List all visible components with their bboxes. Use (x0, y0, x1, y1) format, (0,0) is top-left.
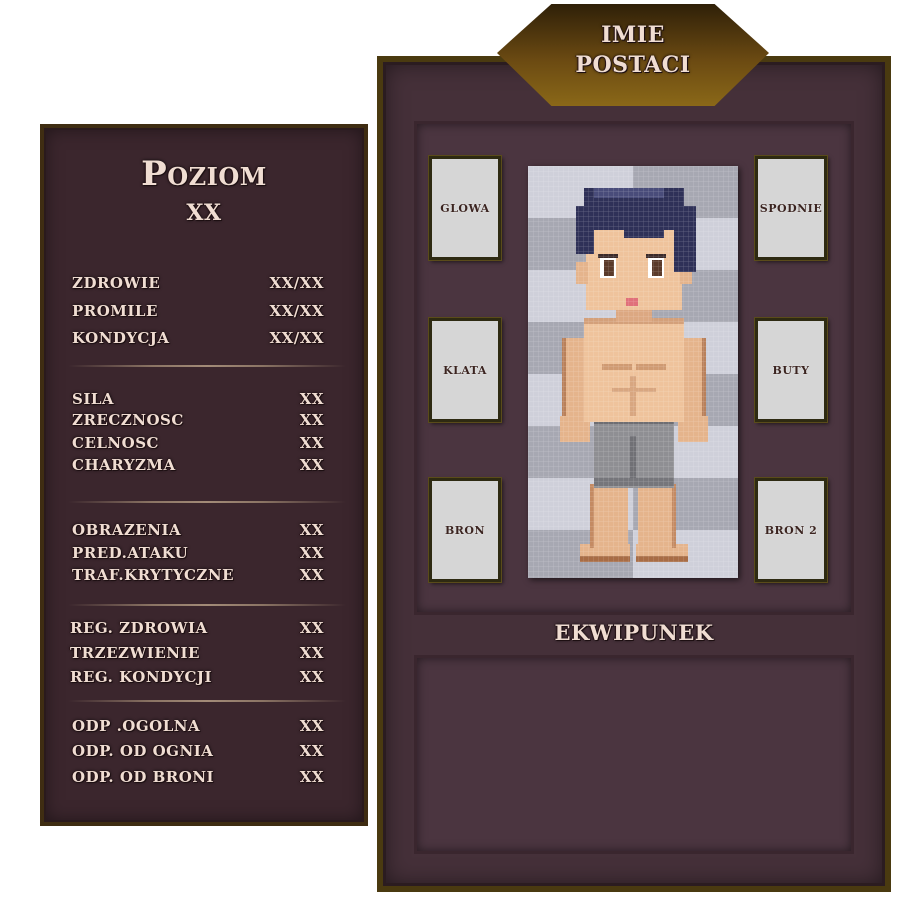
stat-value-odp-ogolna: XX (299, 717, 324, 735)
inventory-title: EKWIPUNEK (554, 620, 714, 645)
slot-label-spodnie: SPODNIE (759, 201, 823, 215)
stat-label-celnosc: CELNOSC (72, 434, 159, 452)
slot-label-glowa: GLOWA (440, 201, 490, 215)
character-name: IMIE POSTACI (497, 20, 769, 80)
character-preview (528, 166, 738, 578)
stat-label-zdrowie: ZDROWIE (72, 274, 161, 292)
stats-divider (68, 604, 346, 606)
stat-label-odp-ogolna: ODP .OGOLNA (72, 717, 201, 735)
stat-value-zrecznosc: XX (299, 411, 324, 429)
stats-divider (68, 365, 346, 367)
stat-value-sila: XX (299, 390, 324, 408)
slot-label-buty: BUTY (772, 363, 810, 377)
slot-label-bron: BRON (444, 523, 486, 537)
stats-divider (68, 700, 346, 702)
slot-spodnie[interactable]: SPODNIE (755, 156, 827, 260)
stat-value-celnosc: XX (299, 434, 324, 452)
stat-label-pred-ataku: PRED.ATAKU (72, 544, 189, 562)
stat-value-odp-od-broni: XX (299, 768, 324, 786)
stat-label-traf-krytyczne: TRAF.KRYTYCZNE (72, 566, 235, 584)
slot-klata[interactable]: KLATA (429, 318, 501, 422)
stat-label-reg-zdrowia: REG. ZDROWIA (70, 619, 208, 637)
stat-value-reg-kondycji: XX (299, 668, 324, 686)
stat-label-reg-kondycji: REG. KONDYCJI (70, 668, 213, 686)
stats-divider (68, 501, 346, 503)
stat-label-kondycja: KONDYCJA (72, 329, 170, 347)
slot-buty[interactable]: BUTY (755, 318, 827, 422)
stat-value-promile: XX/XX (269, 302, 324, 320)
slot-glowa[interactable]: GLOWA (429, 156, 501, 260)
stat-value-kondycja: XX/XX (269, 329, 324, 347)
slot-bron[interactable]: BRON (429, 478, 501, 582)
stat-value-trzezwienie: XX (299, 644, 324, 662)
stat-label-charyzma: CHARYZMA (72, 456, 176, 474)
stat-label-odp-od-broni: ODP. OD BRONI (72, 768, 215, 786)
stat-value-reg-zdrowia: XX (299, 619, 324, 637)
level-value: XX (186, 200, 222, 226)
stat-value-obrazenia: XX (299, 521, 324, 539)
level-title: Poziom (141, 154, 267, 194)
slot-bron-2[interactable]: BRON 2 (755, 478, 827, 582)
stat-label-trzezwienie: TRZEZWIENIE (70, 644, 200, 662)
stat-label-sila: SILA (72, 390, 115, 408)
stat-label-promile: PROMILE (72, 302, 158, 320)
stat-label-zrecznosc: ZRECZNOSC (72, 411, 184, 429)
slot-label-bron-2: BRON 2 (764, 523, 818, 537)
stat-label-obrazenia: OBRAZENIA (72, 521, 182, 539)
inventory-area[interactable] (414, 655, 854, 854)
stat-label-odp-od-ognia: ODP. OD OGNIA (72, 742, 214, 760)
character-name-line2: POSTACI (575, 52, 691, 78)
character-name-line1: IMIE (601, 22, 665, 48)
stat-value-traf-krytyczne: XX (299, 566, 324, 584)
stat-value-pred-ataku: XX (299, 544, 324, 562)
stat-value-zdrowie: XX/XX (269, 274, 324, 292)
stats-panel: Poziom XX ZDROWIE XX/XX PROMILE XX/XX KO… (40, 124, 368, 826)
stat-value-charyzma: XX (299, 456, 324, 474)
stat-value-odp-od-ognia: XX (299, 742, 324, 760)
slot-label-klata: KLATA (443, 363, 487, 377)
